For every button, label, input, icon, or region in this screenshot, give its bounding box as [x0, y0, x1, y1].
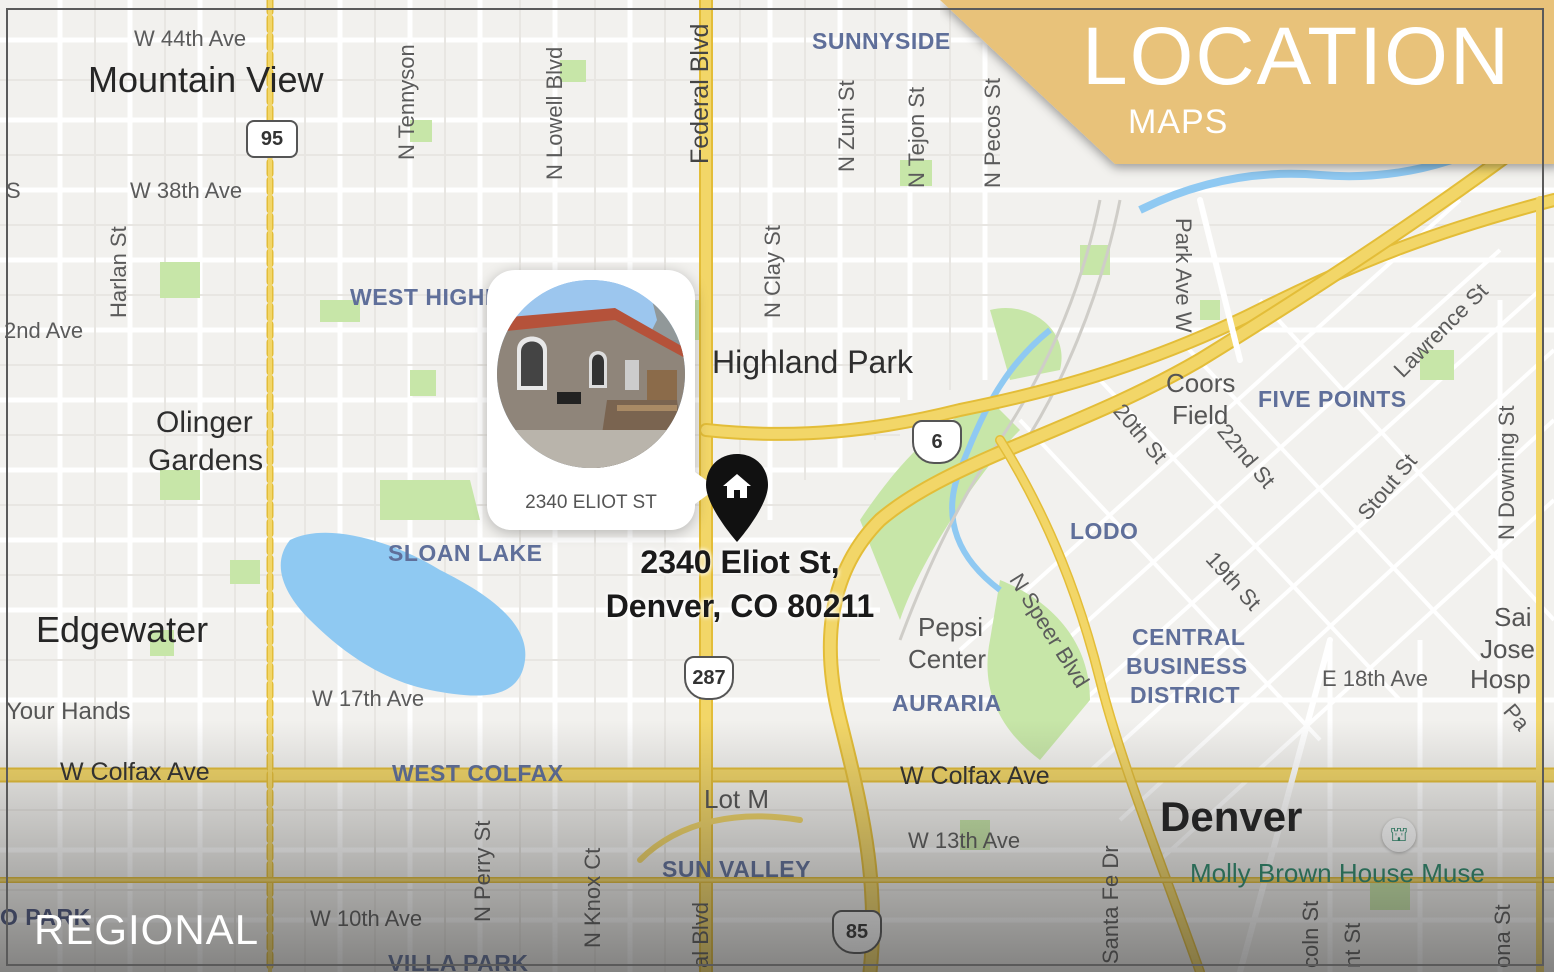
route-6-shield: 6: [912, 420, 962, 464]
property-photo[interactable]: [497, 280, 685, 468]
hood-sunnyside: SUNNYSIDE: [812, 28, 951, 54]
property-card[interactable]: 2340 ELIOT ST: [487, 270, 695, 530]
place-gardens: Gardens: [148, 444, 264, 477]
home-pin-icon[interactable]: [704, 452, 770, 549]
place-field: Field: [1172, 400, 1229, 430]
street-lincoln: coln St: [1298, 900, 1323, 968]
street-corona: ona St: [1490, 904, 1515, 968]
map-frame[interactable]: Mountain View Olinger Gardens Highland P…: [0, 0, 1554, 972]
street-w44: W 44th Ave: [134, 26, 247, 51]
property-address: 2340 Eliot St, Denver, CO 80211: [560, 540, 920, 628]
poi-molly-brown: Molly Brown House Muse: [1190, 858, 1485, 888]
regional-label: REGIONAL: [34, 906, 260, 953]
street-tennyson: N Tennyson: [394, 44, 419, 160]
place-saint-joseph-2: Jose: [1480, 634, 1535, 664]
street-downing: N Downing St: [1494, 405, 1519, 540]
place-center: Center: [908, 644, 987, 674]
street-zuni: N Zuni St: [834, 80, 859, 172]
route-85-shield: 85: [832, 910, 882, 954]
street-colfax-east: W Colfax Ave: [900, 762, 1050, 790]
place-saint-joseph-1: Sai: [1494, 602, 1532, 632]
hood-west-colfax: WEST COLFAX: [392, 760, 564, 786]
place-olinger: Olinger: [156, 406, 253, 439]
street-w17: W 17th Ave: [312, 686, 425, 711]
street-w13: W 13th Ave: [908, 828, 1021, 853]
hood-lodo: LODO: [1070, 518, 1139, 544]
hood-auraria: AURARIA: [892, 690, 1002, 716]
address-line-2: Denver, CO 80211: [605, 588, 875, 624]
route-95-shield: 95: [246, 120, 298, 158]
street-knox: N Knox Ct: [580, 847, 605, 948]
street-harlan: Harlan St: [106, 226, 131, 318]
street-w38-edge: S: [6, 178, 21, 203]
place-pepsi: Pepsi: [918, 612, 984, 642]
street-perry: N Perry St: [470, 820, 495, 922]
street-w32: 2nd Ave: [4, 318, 84, 343]
hood-cbd-central: CENTRAL: [1132, 624, 1246, 650]
street-e18: E 18th Ave: [1322, 666, 1429, 691]
place-edgewater: Edgewater: [36, 609, 209, 650]
street-grant: nt St: [1340, 922, 1365, 968]
hood-five-points: FIVE POINTS: [1258, 386, 1407, 412]
place-lot-m: Lot M: [704, 784, 770, 814]
place-your-hands: Your Hands: [6, 698, 131, 725]
hood-cbd-business: BUSINESS: [1126, 653, 1248, 679]
street-park-ave: Park Ave W: [1171, 218, 1196, 333]
street-w38: W 38th Ave: [130, 178, 243, 203]
hood-sun-valley: SUN VALLEY: [662, 856, 811, 882]
route-287-shield: 287: [684, 656, 734, 700]
street-w10: W 10th Ave: [310, 906, 423, 931]
address-line-1: 2340 Eliot St,: [640, 544, 840, 580]
hood-villa-park: VILLA PARK: [388, 950, 529, 972]
street-clay: N Clay St: [760, 225, 785, 318]
hood-cbd-district: DISTRICT: [1130, 682, 1241, 708]
street-santa-fe: Santa Fe Dr: [1098, 845, 1123, 964]
street-federal: Federal Blvd: [686, 23, 714, 164]
banner-title: LOCATION: [1082, 11, 1512, 102]
hood-sloan-lake: SLOAN LAKE: [388, 540, 543, 566]
street-tejon: N Tejon St: [904, 86, 929, 188]
street-lowell: N Lowell Blvd: [542, 46, 567, 180]
museum-icon[interactable]: ⛫: [1382, 818, 1416, 852]
banner-subtitle: MAPS: [1128, 103, 1229, 141]
place-highland-park: Highland Park: [712, 344, 913, 380]
place-coors: Coors: [1166, 368, 1236, 398]
property-card-caption: 2340 ELIOT ST: [525, 492, 657, 513]
place-denver: Denver: [1160, 793, 1303, 840]
place-saint-joseph-3: Hosp: [1470, 664, 1531, 694]
hood-west-highland: WEST HIGHL: [350, 284, 500, 310]
street-colfax-west: W Colfax Ave: [60, 758, 210, 786]
house-photo-image: [497, 280, 685, 468]
street-federal-south: al Blvd: [688, 901, 713, 968]
place-mountain-view: Mountain View: [88, 59, 324, 100]
